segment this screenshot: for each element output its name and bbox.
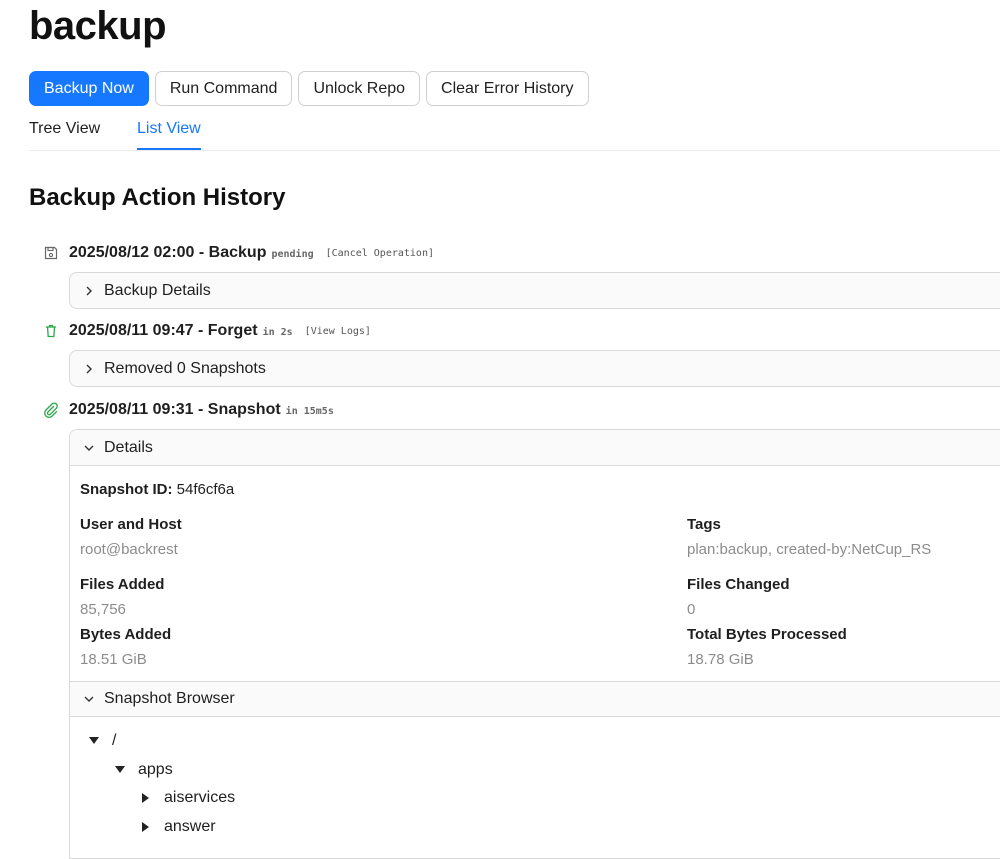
- collapse-label: Backup Details: [104, 281, 211, 299]
- cancel-operation-link[interactable]: [Cancel Operation]: [326, 248, 434, 259]
- view-tabs: Tree View List View: [29, 116, 1000, 151]
- details-collapse-header[interactable]: Details: [70, 430, 1000, 466]
- section-title: Backup Action History: [29, 184, 286, 211]
- snapshot-browser-collapse-header[interactable]: Snapshot Browser: [70, 681, 1000, 717]
- clear-error-history-button[interactable]: Clear Error History: [426, 71, 589, 106]
- chevron-down-icon: [84, 443, 94, 453]
- collapse-label: Removed 0 Snapshots: [104, 359, 266, 377]
- removed-snapshots-collapse[interactable]: Removed 0 Snapshots: [69, 350, 1000, 387]
- tags-label: Tags: [687, 516, 721, 533]
- files-changed-label: Files Changed: [687, 576, 790, 593]
- tree-node-root[interactable]: /: [86, 732, 116, 750]
- page-title: backup: [29, 4, 167, 48]
- operation-header-snapshot: 2025/08/11 09:31 - Snapshot in 15m5s: [43, 400, 334, 420]
- files-changed-value: 0: [687, 601, 696, 618]
- chevron-right-icon: [84, 286, 94, 296]
- operation-header-backup: 2025/08/12 02:00 - Backup pending [Cance…: [43, 243, 434, 263]
- tab-list-view[interactable]: List View: [137, 120, 201, 150]
- backup-now-button[interactable]: Backup Now: [29, 71, 149, 106]
- snapshot-id: Snapshot ID: 54f6cf6a: [80, 481, 234, 498]
- chevron-right-icon: [84, 364, 94, 374]
- files-added-value: 85,756: [80, 601, 126, 618]
- chevron-down-icon: [84, 694, 94, 704]
- total-bytes-label: Total Bytes Processed: [687, 626, 847, 643]
- snapshot-id-value: 54f6cf6a: [176, 481, 235, 498]
- caret-down-icon[interactable]: [112, 762, 128, 778]
- operation-title: 2025/08/11 09:47 - Forget: [69, 322, 258, 339]
- caret-right-icon[interactable]: [138, 819, 154, 835]
- snapshot-details-panel: Details Snapshot ID: 54f6cf6a User and H…: [69, 429, 1000, 859]
- paperclip-icon: [43, 402, 59, 418]
- run-command-button[interactable]: Run Command: [154, 71, 293, 106]
- total-bytes-value: 18.78 GiB: [687, 651, 754, 668]
- bytes-added-value: 18.51 GiB: [80, 651, 147, 668]
- operation-header-forget: 2025/08/11 09:47 - Forget in 2s [View Lo…: [43, 321, 371, 341]
- view-logs-link[interactable]: [View Logs]: [305, 326, 371, 337]
- tree-node-answer[interactable]: answer: [138, 818, 216, 836]
- tree-node-label: apps: [138, 761, 173, 778]
- operation-status: pending: [271, 249, 314, 260]
- action-toolbar: Backup Now Run Command Unlock Repo Clear…: [29, 71, 589, 106]
- operation-status: in 15m5s: [285, 406, 334, 417]
- files-added-label: Files Added: [80, 576, 165, 593]
- tree-node-apps[interactable]: apps: [112, 761, 173, 779]
- collapse-label: Details: [104, 438, 153, 456]
- backup-details-collapse[interactable]: Backup Details: [69, 272, 1000, 309]
- save-icon: [43, 245, 59, 261]
- operation-title: 2025/08/12 02:00 - Backup: [69, 244, 267, 261]
- operation-title: 2025/08/11 09:31 - Snapshot: [69, 401, 281, 418]
- tab-tree-view[interactable]: Tree View: [29, 120, 100, 150]
- caret-down-icon[interactable]: [86, 733, 102, 749]
- unlock-repo-button[interactable]: Unlock Repo: [298, 71, 421, 106]
- tree-node-label: answer: [164, 818, 216, 835]
- caret-right-icon[interactable]: [138, 790, 154, 806]
- tree-node-aiservices[interactable]: aiservices: [138, 789, 235, 807]
- collapse-label: Snapshot Browser: [104, 690, 235, 707]
- tree-node-label: aiservices: [164, 789, 236, 806]
- bytes-added-label: Bytes Added: [80, 626, 172, 643]
- tree-node-label: /: [112, 732, 117, 749]
- user-host-value: root@backrest: [80, 541, 178, 558]
- trash-icon: [43, 323, 59, 339]
- user-host-label: User and Host: [80, 516, 182, 533]
- operation-status: in 2s: [262, 327, 293, 338]
- snapshot-id-label: Snapshot ID:: [80, 481, 173, 498]
- tags-value: plan:backup, created-by:NetCup_RS: [687, 541, 932, 558]
